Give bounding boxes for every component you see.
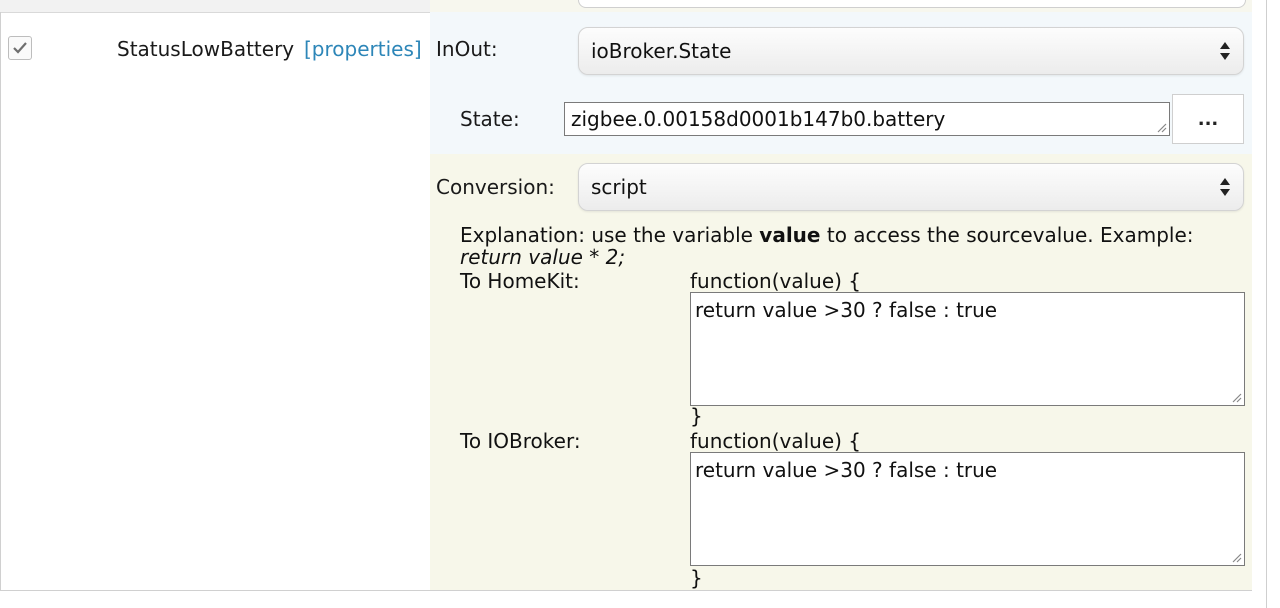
to-iobroker-function-close: } [690,566,703,590]
to-iobroker-script-code: return value >30 ? false : true [695,458,998,482]
select-arrows-icon [1220,178,1230,196]
to-iobroker-label: To IOBroker: [460,429,581,453]
resize-grip-icon[interactable] [1155,121,1167,133]
inout-select-value: ioBroker.State [591,39,732,63]
browse-state-button[interactable]: ... [1172,94,1244,144]
row-left-border [0,12,1,590]
state-input-value: zigbee.0.00158d0001b147b0.battery [571,107,946,131]
to-iobroker-function-open: function(value) { [690,429,862,453]
row-bottom-border [0,590,1252,591]
explanation-suffix: to access the sourcevalue. Example: [820,223,1194,247]
to-homekit-script-textarea[interactable]: return value >30 ? false : true [690,292,1245,406]
conversion-select-value: script [591,175,647,199]
resize-grip-icon[interactable] [1230,551,1242,563]
explanation-prefix: Explanation: use the variable [460,223,760,247]
to-iobroker-script-textarea[interactable]: return value >30 ? false : true [690,452,1245,566]
state-label: State: [460,107,520,131]
state-input[interactable]: zigbee.0.00158d0001b147b0.battery [564,102,1170,136]
characteristic-name: StatusLowBattery [117,37,295,61]
explanation-example-code: return value * 2; [460,245,626,269]
conversion-select[interactable]: script [578,163,1244,211]
explanation-variable: value [759,223,821,247]
scrollbar-track[interactable] [1266,0,1280,608]
inout-select[interactable]: ioBroker.State [578,27,1244,75]
select-arrows-icon [1220,42,1230,60]
inout-label: InOut: [436,37,498,61]
to-homekit-script-code: return value >30 ? false : true [695,298,998,322]
previous-row-select-edge [578,0,1246,8]
to-homekit-function-close: } [690,404,703,428]
to-homekit-function-open: function(value) { [690,269,862,293]
row-enabled-checkbox[interactable] [8,36,32,60]
resize-grip-icon[interactable] [1230,391,1242,403]
checkmark-icon [13,42,27,54]
browse-state-button-label: ... [1197,108,1219,130]
conversion-explanation: Explanation: use the variable value to a… [460,223,1240,269]
to-homekit-label: To HomeKit: [460,269,580,293]
conversion-label: Conversion: [436,175,555,199]
properties-link[interactable]: [properties] [304,37,422,61]
